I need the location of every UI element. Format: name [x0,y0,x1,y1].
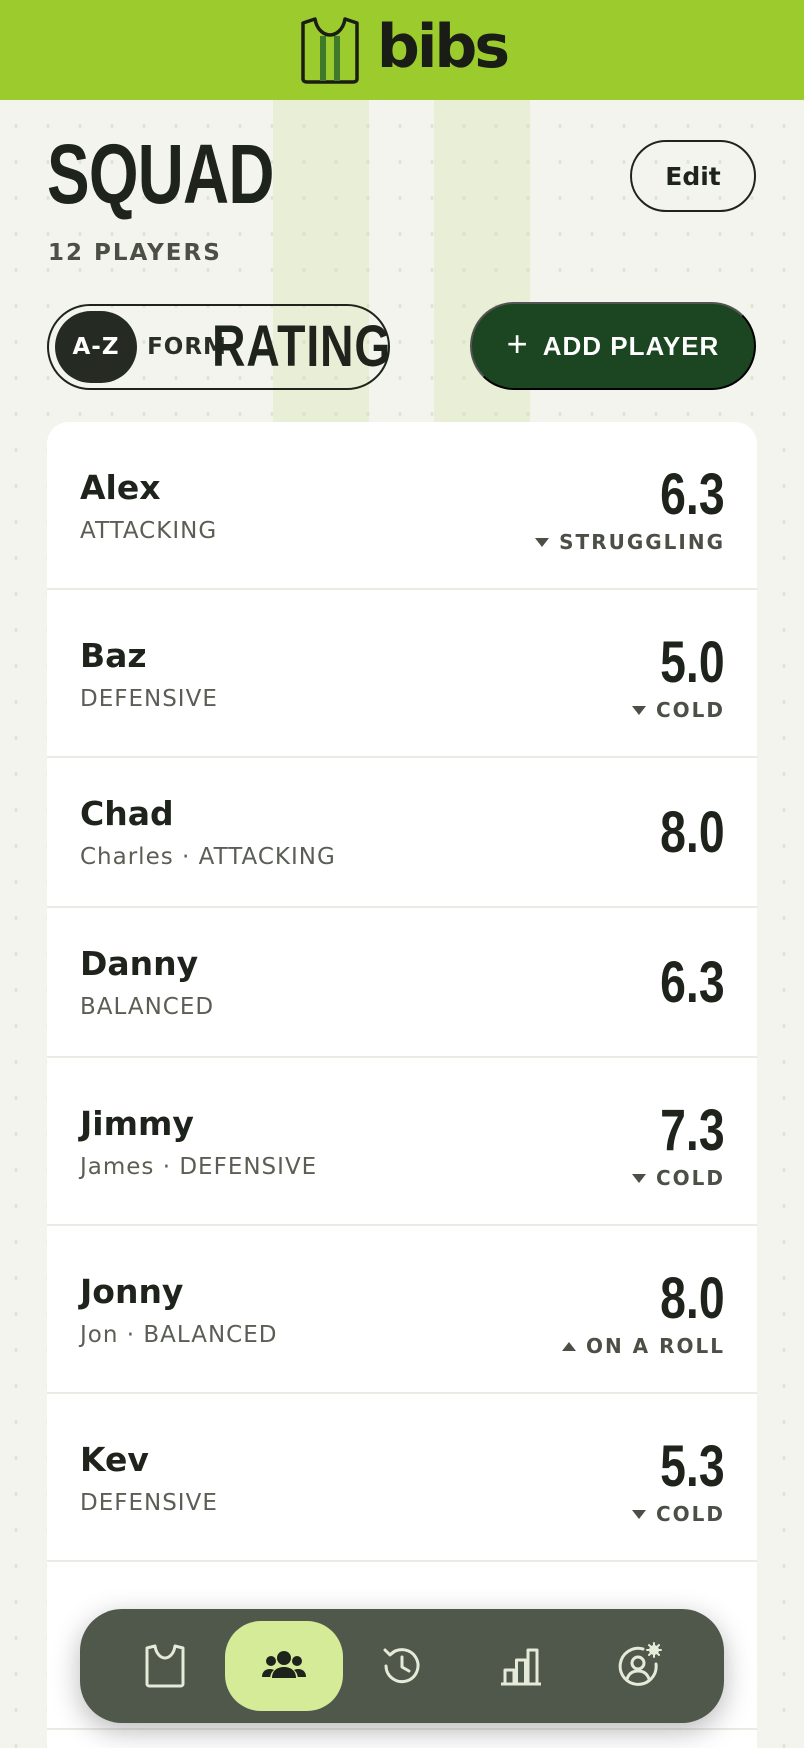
player-row[interactable]: Danny BALANCED 6.3 [47,908,757,1058]
player-name: Kev [80,1440,149,1479]
player-name: Alex [80,468,161,507]
form-label: COLD [655,1166,725,1190]
nav-history[interactable] [343,1621,461,1711]
player-name: Jimmy [80,1104,194,1143]
add-player-button[interactable]: + ADD PLAYER [470,302,756,390]
sort-option-rating[interactable]: RATING [212,311,390,383]
player-subtitle: DEFENSIVE [80,1490,218,1516]
player-subtitle: DEFENSIVE [80,686,218,712]
bottom-nav [80,1609,724,1723]
form-indicator: STRUGGLING [535,530,725,554]
nav-bibs[interactable] [106,1621,224,1711]
page-title: SQUAD [47,127,275,221]
form-indicator: COLD [631,1502,725,1526]
player-rating: 6.3 [660,950,725,1015]
squad-icon [261,1651,306,1678]
form-label: COLD [655,698,725,722]
player-rating: 6.3 [660,462,725,527]
history-icon [383,1648,420,1684]
trend-down-icon [535,537,550,547]
top-bar: bibs [0,0,804,100]
form-indicator: ON A ROLL [561,1334,725,1358]
player-subtitle: James · DEFENSIVE [80,1154,318,1180]
trend-down-icon [631,705,646,715]
trend-up-icon [561,1341,576,1351]
profile-settings-icon [618,1642,662,1686]
player-name: Chad [80,794,174,833]
nav-squad[interactable] [224,1621,343,1711]
form-label: STRUGGLING [559,530,725,554]
form-indicator: COLD [631,1166,725,1190]
player-subtitle: Jon · BALANCED [80,1322,278,1348]
bib-icon [145,1644,185,1688]
player-subtitle: ATTACKING [80,518,218,544]
player-name: Jonny [80,1272,184,1311]
form-label: COLD [655,1502,725,1526]
app-logo: bibs [297,12,510,85]
sort-option-az[interactable]: A-Z [55,311,137,383]
player-rating: 5.0 [660,630,725,695]
player-name: Baz [80,636,147,675]
add-player-label: ADD PLAYER [542,330,720,361]
trend-down-icon [631,1173,646,1183]
player-rating: 5.3 [660,1434,725,1499]
plus-icon: + [506,323,529,364]
player-row[interactable]: Chad Charles · ATTACKING 8.0 [47,758,757,908]
player-rating: 8.0 [660,1266,725,1331]
player-count: 12 PLAYERS [48,240,222,266]
player-row[interactable]: Jimmy James · DEFENSIVE 7.3 COLD [47,1058,757,1226]
form-label: ON A ROLL [585,1334,725,1358]
player-rating: 7.3 [660,1098,725,1163]
edit-button[interactable]: Edit [630,140,756,212]
stats-icon [500,1648,541,1686]
trend-down-icon [631,1509,646,1519]
sort-toggle: A-Z RATING FORM [47,304,390,390]
bib-logo-icon [301,17,359,84]
nav-profile[interactable] [580,1621,698,1711]
player-subtitle: BALANCED [80,994,215,1020]
player-row[interactable]: Kev DEFENSIVE 5.3 COLD [47,1394,757,1562]
player-row[interactable]: Jonny Jon · BALANCED 8.0 ON A ROLL [47,1226,757,1394]
player-row[interactable]: Baz DEFENSIVE 5.0 COLD [47,590,757,758]
player-name: Danny [80,944,199,983]
player-subtitle: Charles · ATTACKING [80,844,336,870]
player-rating: 8.0 [660,800,725,865]
form-indicator: COLD [631,698,725,722]
player-row[interactable]: Alex ATTACKING 6.3 STRUGGLING [47,422,757,590]
nav-stats[interactable] [462,1621,580,1711]
player-list: Alex ATTACKING 6.3 STRUGGLING Baz DEFENS… [47,422,757,1748]
app-name: bibs [376,12,510,82]
